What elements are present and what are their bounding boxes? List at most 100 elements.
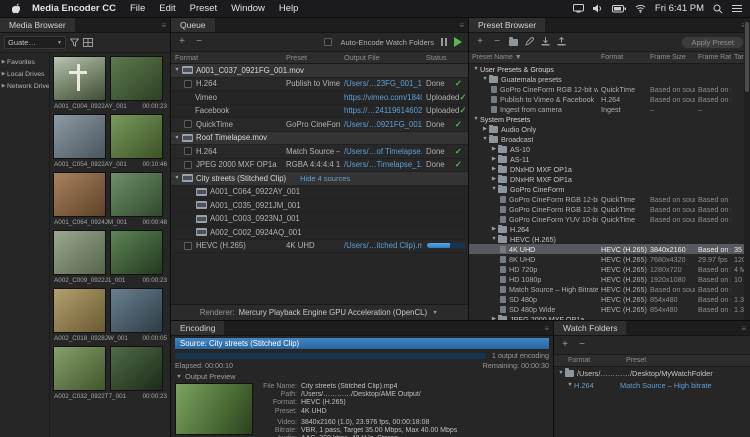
chevron-down-icon[interactable]: ▼	[472, 116, 480, 122]
media-thumbnail[interactable]	[53, 230, 106, 275]
chevron-right-icon[interactable]: ▶	[490, 176, 498, 182]
chevron-down-icon[interactable]: ▼	[481, 76, 489, 82]
chevron-right-icon[interactable]: ▶	[490, 146, 498, 152]
menu-window[interactable]: Window	[224, 3, 272, 14]
preset-row-gopro-cineform-yuv-10-bit[interactable]: GoPro CineForm YUV 10-bitQuickTimeBased …	[469, 214, 750, 224]
chevron-down-icon[interactable]: ▼	[173, 175, 181, 181]
column-status[interactable]: Status	[422, 53, 468, 62]
column-format[interactable]: Format	[171, 53, 282, 62]
panel-menu-icon[interactable]: ≡	[540, 321, 553, 335]
pause-queue-button[interactable]	[441, 38, 447, 46]
remove-preset-button[interactable]: −	[492, 37, 502, 47]
column-preset-name[interactable]: Preset Name ▼	[469, 54, 598, 61]
media-thumbnail[interactable]	[110, 114, 163, 159]
preset-row-dnxhr-mxf-op1a[interactable]: ▶DNxHR MXF OP1a	[469, 174, 750, 184]
column-format[interactable]: Format	[568, 357, 626, 364]
remove-source-button[interactable]: −	[194, 37, 204, 47]
chevron-right-icon[interactable]: ▶	[490, 316, 498, 320]
preset-row-hevc-h-265[interactable]: ▼HEVC (H.265)	[469, 234, 750, 244]
queue-row-source[interactable]: ▼City streets (Stitched Clip)Hide 4 sour…	[171, 172, 468, 186]
queue-row-source[interactable]: ▼Roof Timelapse.mov	[171, 132, 468, 146]
panel-menu-icon[interactable]: ≡	[157, 18, 170, 32]
preset-row-as-10[interactable]: ▶AS-10	[469, 144, 750, 154]
chevron-right-icon[interactable]: ▶	[481, 126, 489, 132]
auto-encode-toggle[interactable]: Auto-Encode Watch Folders	[324, 38, 434, 47]
preset-row-match-source-high-bitrate[interactable]: Match Source – High BitrateHEVC (H.265)B…	[469, 284, 750, 294]
output-checkbox[interactable]	[184, 242, 192, 250]
queue-row-output[interactable]: H.264Match Source – High bitra…/Users/…o…	[171, 145, 468, 159]
output-file-link[interactable]: /Users/…of Timelapse.mp4	[344, 147, 422, 156]
preset-row-4k-uhd[interactable]: 4K UHDHEVC (H.265)3840x2160Based on sour…	[469, 244, 750, 254]
preset-row-hd-1080p[interactable]: HD 1080pHEVC (H.265)1920x1080Based on so…	[469, 274, 750, 284]
preset-scrollbar[interactable]	[744, 18, 750, 320]
notification-center-icon[interactable]	[732, 4, 742, 13]
preset-row-sd-480p-wide[interactable]: SD 480p WideHEVC (H.265)854x480Based on …	[469, 304, 750, 314]
add-watch-folder-button[interactable]: +	[560, 340, 570, 350]
preset-row-hd-720p[interactable]: HD 720pHEVC (H.265)1280x720Based on sour…	[469, 264, 750, 274]
preset-row-user-presets-groups[interactable]: ▼User Presets & Groups	[469, 64, 750, 74]
panel-menu-icon[interactable]: ≡	[455, 18, 468, 32]
queue-row-subsource[interactable]: A001_C035_0921JM_001	[171, 199, 468, 213]
media-thumbnail[interactable]	[53, 172, 106, 217]
chevron-down-icon[interactable]: ▼	[472, 66, 480, 72]
media-thumbnail[interactable]	[53, 56, 106, 101]
hide-sources-link[interactable]: Hide 4 sources	[300, 174, 350, 183]
edit-preset-icon[interactable]	[525, 33, 534, 51]
preset-label[interactable]: 4K UHD	[282, 241, 340, 250]
menu-file[interactable]: File	[123, 3, 152, 14]
preset-row-guatemala-presets[interactable]: ▼Guatemala presets	[469, 74, 750, 84]
output-checkbox[interactable]	[184, 161, 192, 169]
preset-row-h-264[interactable]: ▶H.264	[469, 224, 750, 234]
import-preset-icon[interactable]	[541, 33, 550, 51]
media-thumbnail[interactable]	[110, 56, 163, 101]
output-checkbox[interactable]	[184, 80, 192, 88]
preset-row-ingest-from-camera[interactable]: Ingest from cameraIngest––	[469, 104, 750, 114]
chevron-down-icon[interactable]: ▼	[173, 67, 181, 73]
queue-row-subsource[interactable]: A001_C003_0923NJ_001	[171, 213, 468, 227]
auto-encode-checkbox[interactable]	[324, 38, 332, 46]
menubar-app-name[interactable]: Media Encoder CC	[25, 3, 123, 14]
volume-icon[interactable]	[593, 4, 603, 13]
renderer-dropdown[interactable]: Mercury Playback Engine GPU Acceleration…	[239, 308, 428, 317]
chevron-down-icon[interactable]: ▼	[490, 236, 498, 242]
preset-row-gopro-cineform-rgb-12-bit-with-alpha[interactable]: GoPro CineForm RGB 12-bit with alphaQuic…	[469, 194, 750, 204]
tree-item-local-drives[interactable]: ▶Local Drives	[0, 68, 49, 80]
output-checkbox[interactable]	[184, 147, 192, 155]
media-thumbnail[interactable]	[110, 288, 163, 333]
preset-row-sd-480p[interactable]: SD 480pHEVC (H.265)854x480Based on sourc…	[469, 294, 750, 304]
preset-label[interactable]: RGBA 4:4:4:4 12-bit 10…	[282, 160, 340, 169]
tree-item-network-drives[interactable]: ▶Network Drives	[0, 80, 49, 92]
chevron-right-icon[interactable]: ▶	[490, 166, 498, 172]
panel-menu-icon[interactable]: ≡	[737, 321, 750, 335]
preset-row-gopro-cineform[interactable]: ▼GoPro CineForm	[469, 184, 750, 194]
output-file-link[interactable]: /Users/…Timelapse_1.mxf	[344, 160, 422, 169]
chevron-right-icon[interactable]: ▶	[490, 226, 498, 232]
apply-preset-button[interactable]: Apply Preset	[681, 36, 744, 49]
preset-row-dnxhd-mxf-op1a[interactable]: ▶DNxHD MXF OP1a	[469, 164, 750, 174]
output-file-link[interactable]: /Users/…itched Clip).mp4	[344, 241, 422, 250]
preset-row-system-presets[interactable]: ▼System Presets	[469, 114, 750, 124]
chevron-down-icon[interactable]: ▼	[557, 370, 565, 376]
battery-icon[interactable]	[612, 5, 626, 13]
tab-queue[interactable]: Queue	[171, 18, 215, 32]
menu-edit[interactable]: Edit	[152, 3, 182, 14]
queue-row-output[interactable]: QuickTimeGoPro CineForm RGB 12-b…/Users/…	[171, 118, 468, 132]
media-thumbnail[interactable]	[110, 230, 163, 275]
media-thumbnail[interactable]	[53, 114, 106, 159]
output-file-link[interactable]: /Users/…23FG_001_1.mp4	[344, 79, 422, 88]
tab-media-browser[interactable]: Media Browser	[0, 18, 75, 32]
queue-row-subsource[interactable]: A002_C002_0924AQ_001	[171, 226, 468, 240]
preset-row-publish-to-vimeo-facebook[interactable]: Publish to Vimeo & FacebookH.264Based on…	[469, 94, 750, 104]
column-output-file[interactable]: Output File	[340, 53, 422, 62]
chevron-down-icon[interactable]: ▼	[173, 135, 181, 141]
preset-label[interactable]: GoPro CineForm RGB 12-b…	[282, 120, 340, 129]
spotlight-search-icon[interactable]	[713, 4, 723, 14]
queue-row-encoding[interactable]: HEVC (H.265)4K UHD/Users/…itched Clip).m…	[171, 240, 468, 254]
chevron-right-icon[interactable]: ▶	[490, 156, 498, 162]
watch-entry-row[interactable]: ▼H.264Match Source – High bitrate	[554, 379, 750, 391]
menu-help[interactable]: Help	[272, 3, 306, 14]
preset-row-broadcast[interactable]: ▼Broadcast	[469, 134, 750, 144]
queue-row-output[interactable]: JPEG 2000 MXF OP1aRGBA 4:4:4:4 12-bit 10…	[171, 159, 468, 173]
tab-watch-folders[interactable]: Watch Folders	[554, 321, 626, 335]
queue-row-subsource[interactable]: A001_C064_0922AY_001	[171, 186, 468, 200]
